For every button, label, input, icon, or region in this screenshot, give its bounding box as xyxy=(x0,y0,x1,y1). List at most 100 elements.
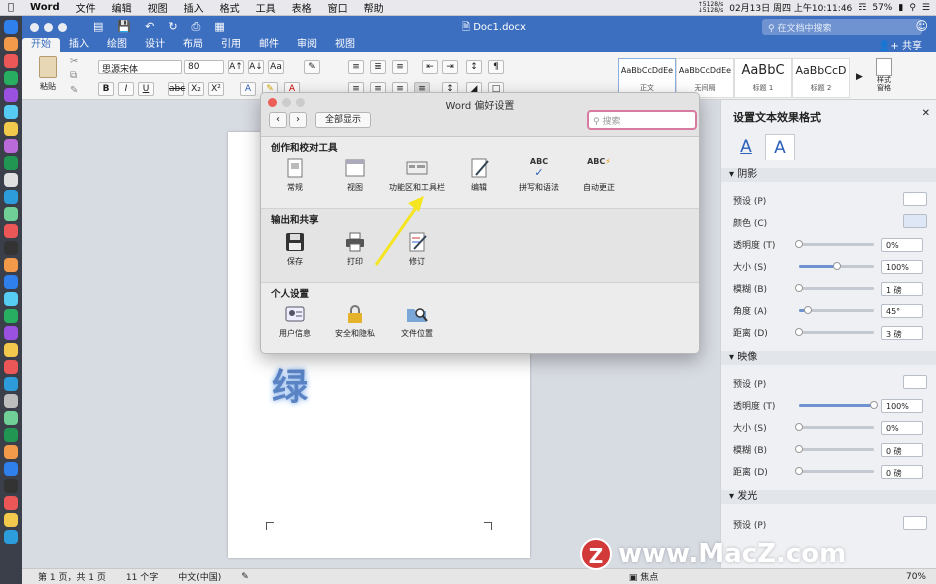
minimize-window-button[interactable] xyxy=(44,22,53,32)
pref-edit[interactable]: 编辑 xyxy=(447,157,511,193)
menu-help[interactable]: 帮助 xyxy=(356,0,392,15)
shadow-color-picker[interactable] xyxy=(903,214,927,228)
tab-draw[interactable]: 绘图 xyxy=(98,38,136,52)
apple-icon[interactable]:  xyxy=(0,2,22,13)
preferences-search-input[interactable]: ⚲ 搜索 xyxy=(587,110,697,130)
pref-security-privacy[interactable]: 安全和隐私 xyxy=(323,303,387,339)
text-fill-tab-icon[interactable]: A xyxy=(731,134,761,160)
italic-button[interactable]: I xyxy=(118,82,134,96)
dock-app-icon[interactable] xyxy=(4,360,18,374)
menu-view[interactable]: 视图 xyxy=(140,0,176,15)
effect-slider[interactable] xyxy=(795,423,874,431)
slider-knob[interactable] xyxy=(795,423,803,431)
close-pane-icon[interactable]: ✕ xyxy=(922,108,930,119)
effect-slider[interactable] xyxy=(795,328,874,336)
dock-app-icon[interactable] xyxy=(4,224,18,238)
paste-button[interactable]: 粘贴 xyxy=(30,56,66,92)
bullets-button[interactable]: ≡ xyxy=(348,60,364,74)
dock-app-icon[interactable] xyxy=(4,54,18,68)
smiley-icon[interactable]: ☺ xyxy=(915,19,928,33)
close-window-button[interactable] xyxy=(30,22,39,32)
shadow-preset-select[interactable] xyxy=(903,192,927,206)
dock-app-icon[interactable] xyxy=(4,479,18,493)
menu-table[interactable]: 表格 xyxy=(284,0,320,15)
dock-app-icon[interactable] xyxy=(4,513,18,527)
effect-slider[interactable] xyxy=(795,467,874,475)
cut-icon[interactable]: ✂ xyxy=(70,56,78,67)
dock-app-icon[interactable] xyxy=(4,462,18,476)
tab-design[interactable]: 设计 xyxy=(136,38,174,52)
pref-file-locations[interactable]: 文件位置 xyxy=(385,303,449,339)
font-name-select[interactable]: 思源宋体 xyxy=(98,60,182,75)
zoom-window-button[interactable] xyxy=(58,22,67,32)
slider-knob[interactable] xyxy=(804,306,812,314)
dock-app-icon[interactable] xyxy=(4,530,18,544)
underline-button[interactable]: U xyxy=(138,82,154,96)
styles-more-arrow-icon[interactable]: ▶ xyxy=(856,72,863,82)
print-icon[interactable]: ⎙ xyxy=(192,20,201,34)
slider-knob[interactable] xyxy=(795,240,803,248)
shrink-font-button[interactable]: A↓ xyxy=(248,60,264,74)
slider-knob[interactable] xyxy=(795,284,803,292)
menu-file[interactable]: 文件 xyxy=(68,0,104,15)
shadow-section-header[interactable]: ▾ 阴影 xyxy=(721,168,936,182)
dock-app-icon[interactable] xyxy=(4,71,18,85)
pref-user-info[interactable]: 用户信息 xyxy=(263,303,327,339)
subscript-button[interactable]: X₂ xyxy=(188,82,204,96)
slider-knob[interactable] xyxy=(795,467,803,475)
clock[interactable]: 02月13日 周四 上午10:11:46 xyxy=(729,1,852,14)
strikethrough-button[interactable]: abc xyxy=(168,82,185,96)
effect-slider[interactable] xyxy=(799,401,878,409)
tab-home[interactable]: 开始 xyxy=(22,38,60,52)
effect-slider[interactable] xyxy=(795,240,874,248)
undo-icon[interactable]: ↶ xyxy=(145,20,154,34)
tab-insert[interactable]: 插入 xyxy=(60,38,98,52)
dock-app-icon[interactable] xyxy=(4,275,18,289)
dock-app-icon[interactable] xyxy=(4,207,18,221)
pref-ribbon-toolbar[interactable]: 功能区和工具栏 xyxy=(385,157,449,193)
dock-app-icon[interactable] xyxy=(4,445,18,459)
pref-view[interactable]: 视图 xyxy=(323,157,387,193)
tab-references[interactable]: 引用 xyxy=(212,38,250,52)
battery-level[interactable]: 57% xyxy=(872,3,892,13)
menu-format[interactable]: 格式 xyxy=(212,0,248,15)
wifi-icon[interactable]: ☶ xyxy=(858,3,866,13)
copy-icon[interactable]: ⧉ xyxy=(70,70,77,81)
style-heading-2[interactable]: AaBbCcD 标题 2 xyxy=(792,58,850,98)
tab-mailings[interactable]: 邮件 xyxy=(250,38,288,52)
reflection-section-header[interactable]: ▾ 映像 xyxy=(721,351,936,365)
dock-app-icon[interactable] xyxy=(4,173,18,187)
dock-app-icon[interactable] xyxy=(4,156,18,170)
menu-app-name[interactable]: Word xyxy=(22,2,68,13)
share-button[interactable]: 👤+ 共享 xyxy=(878,37,936,52)
menu-window[interactable]: 窗口 xyxy=(320,0,356,15)
effect-value-input[interactable]: 0% xyxy=(881,421,923,435)
layout-icon[interactable]: ▦ xyxy=(214,20,224,34)
dock-app-icon[interactable] xyxy=(4,88,18,102)
tab-layout[interactable]: 布局 xyxy=(174,38,212,52)
glow-section-header[interactable]: ▾ 发光 xyxy=(721,490,936,504)
redo-icon[interactable]: ↻ xyxy=(168,20,177,34)
page-count[interactable]: 第 1 页，共 1 页 xyxy=(38,570,106,583)
slider-knob[interactable] xyxy=(795,328,803,336)
dock-app-icon[interactable] xyxy=(4,122,18,136)
slider-knob[interactable] xyxy=(795,445,803,453)
superscript-button[interactable]: X² xyxy=(208,82,224,96)
dock-app-icon[interactable] xyxy=(4,241,18,255)
dock-app-icon[interactable] xyxy=(4,20,18,34)
effect-slider[interactable] xyxy=(795,445,874,453)
pref-spelling-grammar[interactable]: ABC ✓ 拼写和语法 xyxy=(507,157,571,193)
dock-app-icon[interactable] xyxy=(4,105,18,119)
increase-indent-button[interactable]: ⇥ xyxy=(442,60,458,74)
document-search-input[interactable]: ⚲ 在文档中搜索 xyxy=(762,19,922,35)
pref-save[interactable]: 保存 xyxy=(263,231,327,267)
format-painter-icon[interactable]: ✎ xyxy=(70,85,78,96)
decrease-indent-button[interactable]: ⇤ xyxy=(422,60,438,74)
dock-app-icon[interactable] xyxy=(4,309,18,323)
effect-value-input[interactable]: 3 磅 xyxy=(881,326,923,340)
effect-value-input[interactable]: 0 磅 xyxy=(881,465,923,479)
glow-preset-select[interactable] xyxy=(903,516,927,530)
document-text[interactable]: 绿 xyxy=(272,358,308,410)
tab-review[interactable]: 审阅 xyxy=(288,38,326,52)
dock-app-icon[interactable] xyxy=(4,292,18,306)
